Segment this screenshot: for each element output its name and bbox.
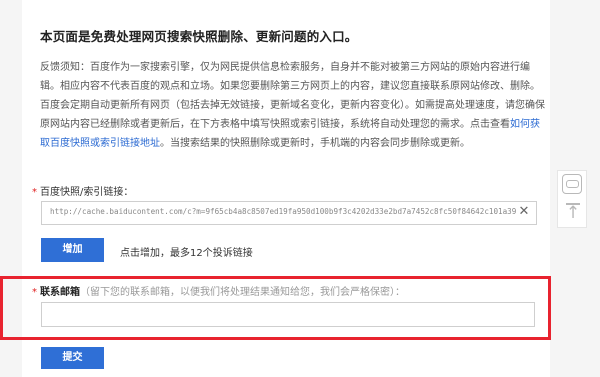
link-input-value: http://cache.baiducontent.com/c?m=9f65cb… xyxy=(50,207,516,216)
required-mark: * xyxy=(32,187,37,198)
side-toolbar: ↑ xyxy=(557,170,587,228)
notice-text: 反馈须知：百度作为一家搜索引擎，仅为网民提供信息检索服务，自身并不能对被第三方网… xyxy=(40,58,545,153)
back-to-top-icon[interactable]: ↑ xyxy=(564,203,582,223)
email-hint: （留下您的联系邮箱，以便我们将处理结果通知给您，我们会严格保密）： xyxy=(80,287,405,298)
email-field-label: * 联系邮箱（留下您的联系邮箱，以便我们将处理结果通知给您，我们会严格保密）： xyxy=(32,283,405,298)
link-field-label: * 百度快照/索引链接： xyxy=(32,183,133,198)
email-label-text: 联系邮箱 xyxy=(40,287,80,298)
link-field-label-text: 百度快照/索引链接： xyxy=(40,187,134,198)
page-title: 本页面是免费处理网页搜索快照删除、更新问题的入口。 xyxy=(40,29,358,44)
link-input[interactable]: http://cache.baiducontent.com/c?m=9f65cb… xyxy=(41,201,537,225)
notice-tail: 。当搜索结果的快照删除或更新时，手机端的内容会同步删除或更新。 xyxy=(160,138,470,149)
email-input[interactable] xyxy=(41,302,535,327)
required-mark: * xyxy=(32,287,37,298)
notice-body: 反馈须知：百度作为一家搜索引擎，仅为网民提供信息检索服务，自身并不能对被第三方网… xyxy=(40,62,545,130)
clear-icon[interactable]: ✕ xyxy=(517,205,531,219)
add-hint: 点击增加，最多12个投诉链接 xyxy=(120,248,253,259)
add-button[interactable]: 增加 xyxy=(41,238,104,262)
feedback-icon[interactable] xyxy=(562,174,582,194)
submit-button[interactable]: 提交 xyxy=(41,347,104,369)
